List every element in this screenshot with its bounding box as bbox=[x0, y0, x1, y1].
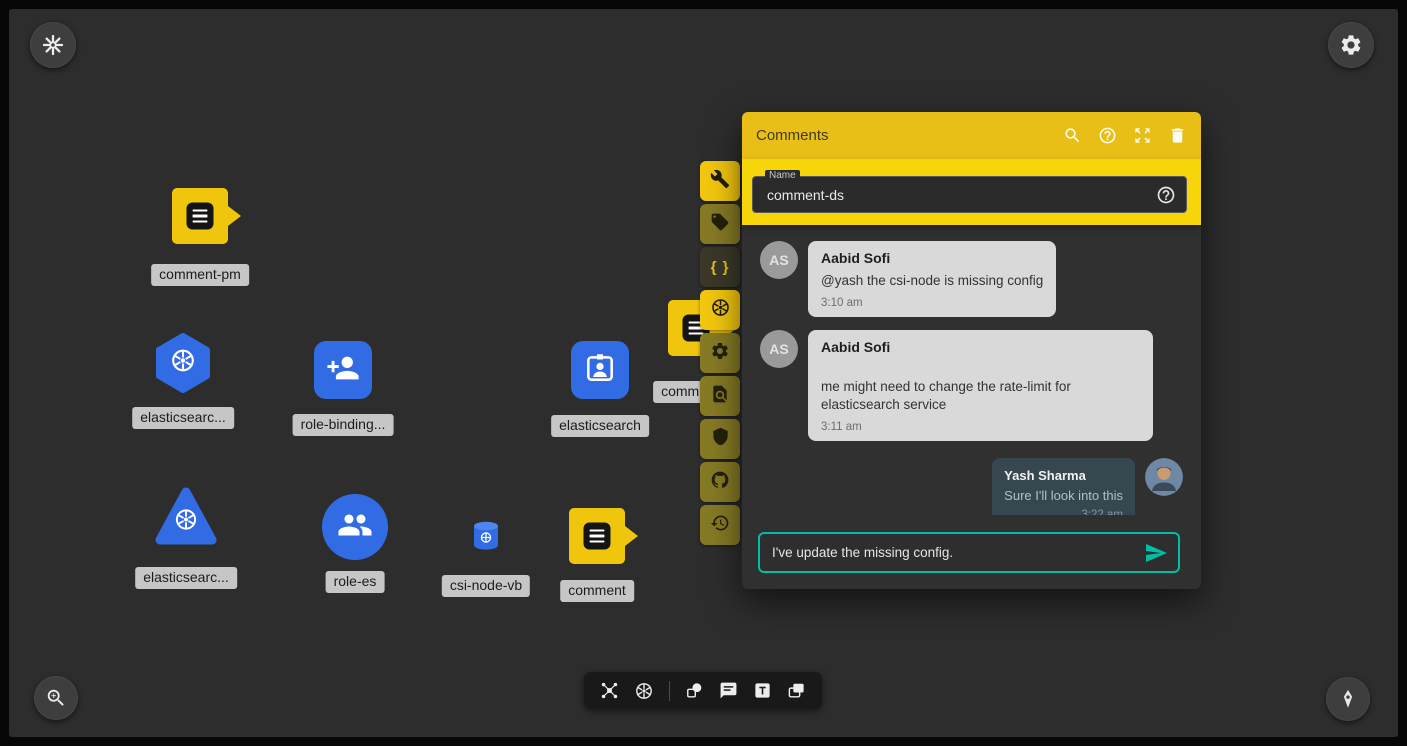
media-icon[interactable] bbox=[787, 681, 806, 700]
node-role-es[interactable]: role-es bbox=[322, 494, 388, 560]
node-label: elasticsearch bbox=[551, 415, 649, 437]
text-tool-icon[interactable] bbox=[753, 681, 772, 700]
node-label: csi-node-vb bbox=[442, 575, 530, 597]
meshery-logo-icon bbox=[41, 33, 65, 57]
kubernetes-icon bbox=[480, 531, 493, 549]
message-bubble: Yash Sharma Sure I'll look into this 3:2… bbox=[992, 458, 1135, 515]
avatar: AS bbox=[760, 241, 798, 279]
zoom-in-icon bbox=[45, 687, 67, 709]
role-shape bbox=[322, 494, 388, 560]
workflow-icon[interactable] bbox=[600, 681, 619, 700]
find-in-page-tool-button[interactable] bbox=[700, 376, 740, 416]
shapes-icon[interactable] bbox=[685, 681, 704, 700]
kubernetes-icon[interactable] bbox=[634, 681, 654, 701]
kubernetes-icon bbox=[173, 507, 199, 538]
person-add-icon bbox=[326, 351, 360, 390]
github-tool-button[interactable] bbox=[700, 462, 740, 502]
message-bubble: Aabid Sofi @yash the csi-node is missing… bbox=[808, 241, 1056, 317]
people-icon bbox=[337, 507, 373, 548]
message-text: Sure I'll look into this bbox=[1004, 487, 1123, 505]
message-author: Aabid Sofi bbox=[821, 339, 1140, 356]
node-comment[interactable]: comment bbox=[569, 508, 625, 564]
node-comment-pm[interactable]: comment-pm bbox=[172, 188, 228, 244]
comment-tool-icon[interactable] bbox=[719, 681, 738, 700]
service-account-shape bbox=[571, 341, 629, 399]
trash-icon[interactable] bbox=[1168, 126, 1187, 145]
message-text: @yash the csi-node is missing config bbox=[821, 272, 1043, 290]
expand-icon[interactable] bbox=[1133, 126, 1152, 145]
role-binding-shape bbox=[314, 341, 372, 399]
message-row: Yash Sharma Sure I'll look into this 3:2… bbox=[760, 458, 1183, 515]
help-icon[interactable] bbox=[1098, 126, 1117, 145]
node-elasticsearch-serviceaccount[interactable]: elasticsearch bbox=[571, 341, 629, 399]
message-author: Yash Sharma bbox=[1004, 467, 1123, 484]
settings-button[interactable] bbox=[1328, 22, 1374, 68]
node-label: role-es bbox=[326, 571, 385, 593]
tag-icon bbox=[710, 212, 730, 237]
message-author: Aabid Sofi bbox=[821, 250, 1043, 267]
node-csi-node-vb[interactable]: csi-node-vb bbox=[471, 520, 501, 552]
tag-tool-button[interactable] bbox=[700, 204, 740, 244]
comments-panel-header: Comments bbox=[742, 112, 1201, 159]
message-row: AS Aabid Sofi me might need to change th… bbox=[760, 330, 1183, 441]
kubernetes-icon bbox=[710, 297, 731, 323]
comment-node-icon bbox=[172, 188, 228, 244]
field-help-icon[interactable] bbox=[1156, 185, 1176, 205]
gear-icon bbox=[710, 341, 730, 366]
message-list: AS Aabid Sofi @yash the csi-node is miss… bbox=[742, 225, 1201, 515]
find-in-page-icon bbox=[710, 384, 730, 409]
node-elasticsearch-triangle[interactable]: elasticsearc... bbox=[154, 484, 218, 548]
badge-person-icon bbox=[583, 351, 617, 390]
panel-title: Comments bbox=[756, 127, 1047, 144]
canvas-dock bbox=[584, 672, 822, 709]
node-role-binding[interactable]: role-binding... bbox=[314, 341, 372, 399]
chat-message-input[interactable] bbox=[772, 545, 1136, 560]
node-label: elasticsearc... bbox=[132, 407, 234, 429]
message-row: AS Aabid Sofi @yash the csi-node is miss… bbox=[760, 241, 1183, 317]
comment-node-icon bbox=[569, 508, 625, 564]
node-label: comment bbox=[560, 580, 634, 602]
app-logo-button[interactable] bbox=[30, 22, 76, 68]
name-field[interactable]: Name bbox=[752, 176, 1187, 213]
message-time: 3:22 am bbox=[1004, 509, 1123, 515]
node-label: role-binding... bbox=[293, 414, 394, 436]
message-time: 3:10 am bbox=[821, 297, 1043, 309]
github-icon bbox=[710, 470, 730, 495]
shield-tool-button[interactable] bbox=[700, 419, 740, 459]
wrench-icon bbox=[710, 169, 730, 194]
node-label: elasticsearc... bbox=[135, 567, 237, 589]
braces-icon: { } bbox=[711, 259, 730, 276]
zoom-button[interactable] bbox=[34, 676, 78, 720]
gear-icon bbox=[1339, 33, 1363, 57]
send-icon[interactable] bbox=[1144, 541, 1168, 565]
canvas-side-toolbar: { } bbox=[700, 161, 740, 545]
avatar-photo bbox=[1145, 458, 1183, 496]
avatar: AS bbox=[760, 330, 798, 368]
message-text: me might need to change the rate-limit f… bbox=[821, 378, 1140, 414]
shield-icon bbox=[711, 427, 730, 451]
kubernetes-icon bbox=[169, 347, 197, 380]
message-bubble: Aabid Sofi me might need to change the r… bbox=[808, 330, 1153, 441]
comments-panel: Comments Name AS Aabid Sofi @yash the cs… bbox=[742, 112, 1201, 589]
pen-nib-icon bbox=[1337, 688, 1359, 710]
gear-tool-button[interactable] bbox=[700, 333, 740, 373]
search-icon[interactable] bbox=[1063, 126, 1082, 145]
name-section: Name bbox=[742, 159, 1201, 225]
wrench-tool-button[interactable] bbox=[700, 161, 740, 201]
history-icon bbox=[710, 513, 730, 538]
node-label: comment-pm bbox=[151, 264, 249, 286]
chat-input-row bbox=[758, 532, 1180, 573]
history-tool-button[interactable] bbox=[700, 505, 740, 545]
name-field-label: Name bbox=[765, 170, 800, 182]
dock-divider bbox=[669, 681, 670, 701]
node-elasticsearch-hexagon[interactable]: elasticsearc... bbox=[152, 332, 214, 394]
kubernetes-tool-button[interactable] bbox=[700, 290, 740, 330]
name-input[interactable] bbox=[767, 187, 1156, 203]
message-time: 3:11 am bbox=[821, 421, 1140, 433]
braces-tool-button[interactable]: { } bbox=[700, 247, 740, 287]
pen-tool-button[interactable] bbox=[1326, 677, 1370, 721]
